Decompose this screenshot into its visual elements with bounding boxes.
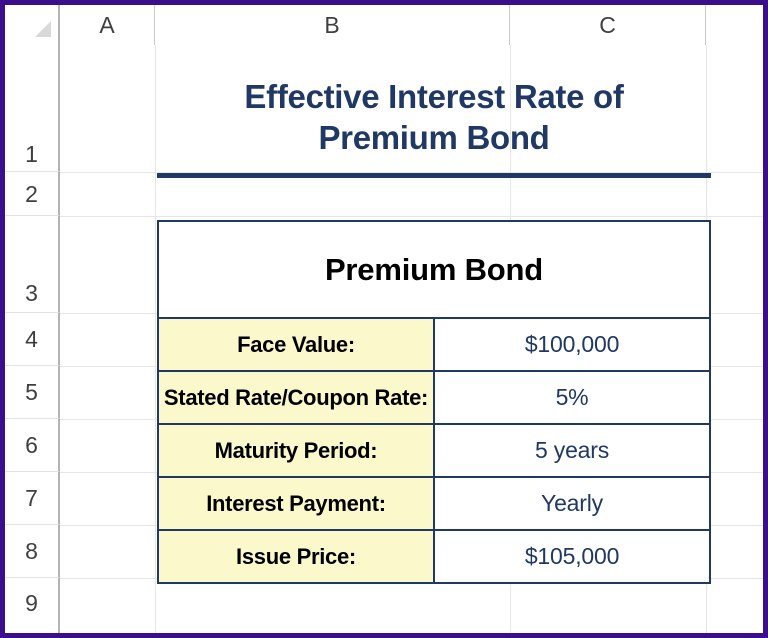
page-title[interactable]: Effective Interest Rate of Premium Bond [157,63,711,173]
row-header-1[interactable]: 1 [5,45,60,172]
premium-bond-table[interactable]: Premium Bond Face Value: $100,000 Stated… [157,220,711,584]
row-header-6-label: 6 [25,432,38,458]
title-underline-rule [157,173,711,178]
excel-window: A B C 1 2 3 4 5 6 7 8 9 Effective Intere… [0,0,768,638]
row-label-maturity-period: Maturity Period: [157,423,435,478]
row-value-issue-price[interactable]: $105,000 [433,529,711,584]
row-header-7[interactable]: 7 [5,472,60,525]
row-value-interest-payment[interactable]: Yearly [433,476,711,531]
select-all-corner[interactable] [5,5,60,45]
gridline-vertical-a [155,45,156,633]
row-header-2-label: 2 [25,181,38,207]
row-header-9-label: 9 [25,590,38,616]
column-header-c[interactable]: C [510,5,706,45]
table-row[interactable]: Maturity Period: 5 years [157,423,711,478]
row-header-5[interactable]: 5 [5,366,60,419]
row-value-stated-rate[interactable]: 5% [433,370,711,425]
row-header-8[interactable]: 8 [5,525,60,578]
row-header-5-label: 5 [25,379,38,405]
row-header-4[interactable]: 4 [5,313,60,366]
row-header-6[interactable]: 6 [5,419,60,472]
page-title-line-1: Effective Interest Rate of [244,78,624,116]
column-header-b[interactable]: B [155,5,510,45]
page-title-line-2: Premium Bond [318,119,550,156]
table-header-title: Premium Bond [157,220,711,319]
row-value-face-value[interactable]: $100,000 [433,317,711,372]
row-label-issue-price: Issue Price: [157,529,435,584]
column-header-d[interactable] [706,5,763,45]
row-header-2[interactable]: 2 [5,172,60,216]
select-all-triangle-icon [35,21,51,37]
table-row[interactable]: Face Value: $100,000 [157,317,711,372]
column-header-strip: A B C [5,5,763,45]
row-header-8-label: 8 [25,538,38,564]
table-header-row: Premium Bond [157,220,711,319]
gridline-row-2 [60,216,763,217]
table-row[interactable]: Issue Price: $105,000 [157,529,711,584]
table-row[interactable]: Stated Rate/Coupon Rate: 5% [157,370,711,425]
row-header-4-label: 4 [25,326,38,352]
row-label-stated-rate: Stated Rate/Coupon Rate: [157,370,435,425]
column-header-a[interactable]: A [60,5,155,45]
row-header-9[interactable]: 9 [5,578,60,633]
row-label-interest-payment: Interest Payment: [157,476,435,531]
row-header-7-label: 7 [25,485,38,511]
row-header-3[interactable]: 3 [5,216,60,313]
table-row[interactable]: Interest Payment: Yearly [157,476,711,531]
spreadsheet-grid[interactable]: A B C 1 2 3 4 5 6 7 8 9 Effective Intere… [5,5,763,633]
row-value-maturity-period[interactable]: 5 years [433,423,711,478]
row-label-face-value: Face Value: [157,317,435,372]
